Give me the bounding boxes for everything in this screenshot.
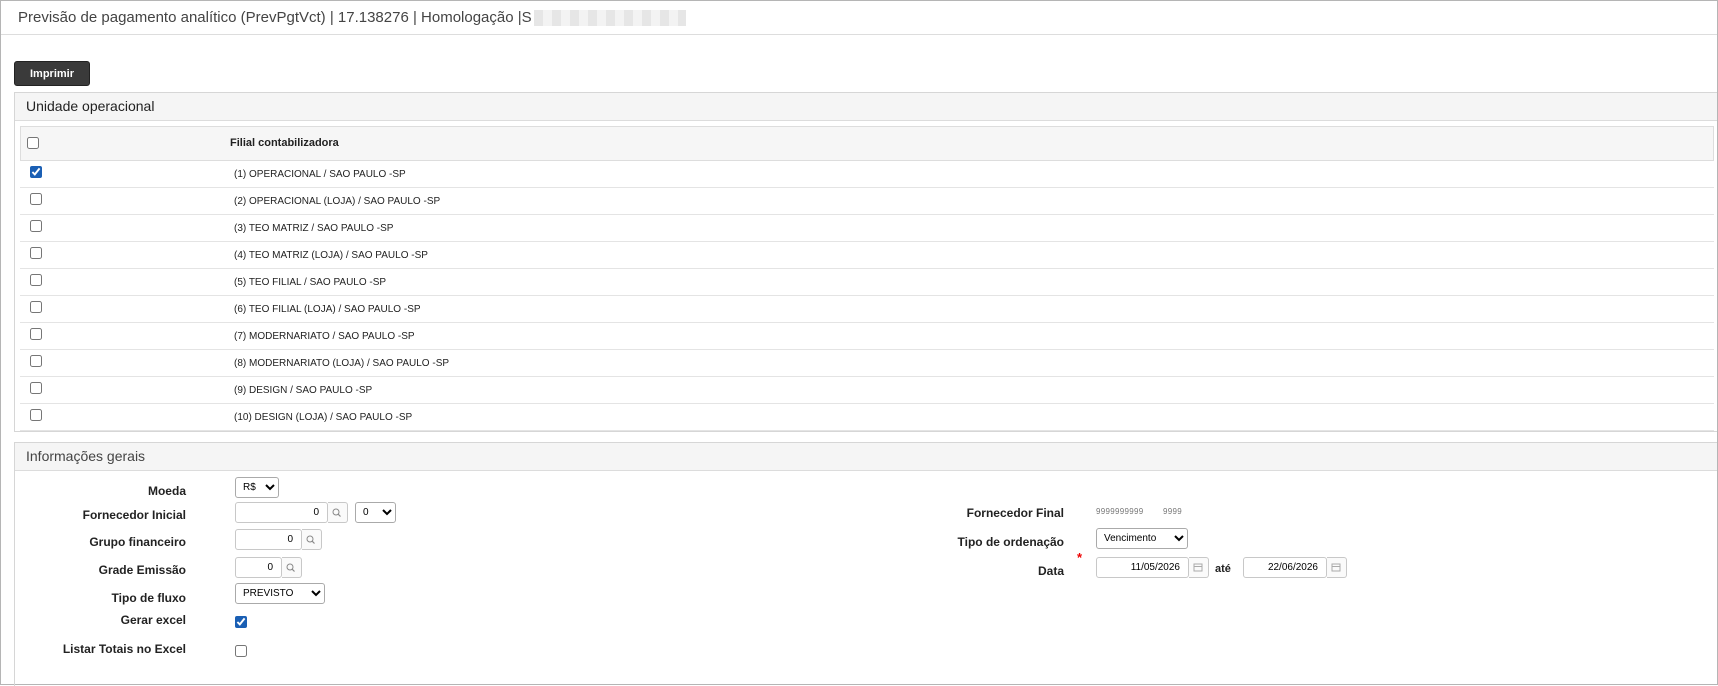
required-indicator: * bbox=[1077, 550, 1083, 565]
listar-totais-label: Listar Totais no Excel bbox=[62, 642, 186, 656]
fornecedor-inicial-lookup-button[interactable] bbox=[328, 502, 348, 523]
branch-row-checkbox[interactable] bbox=[30, 328, 42, 340]
info-panel: Informações gerais Moeda R$ Fornecedor I… bbox=[14, 442, 1717, 686]
branch-row-label: (9) DESIGN / SAO PAULO -SP bbox=[234, 385, 373, 396]
branch-row-label: (6) TEO FILIAL (LOJA) / SAO PAULO -SP bbox=[234, 304, 421, 315]
fornecedor-final-label: Fornecedor Final bbox=[966, 506, 1064, 520]
search-icon bbox=[332, 508, 341, 517]
select-all-checkbox[interactable] bbox=[27, 137, 39, 149]
moeda-select[interactable]: R$ bbox=[235, 477, 279, 498]
branch-row-label: (10) DESIGN (LOJA) / SAO PAULO -SP bbox=[234, 412, 413, 423]
branch-grid: Filial contabilizadora (1) OPERACIONAL /… bbox=[20, 126, 1714, 431]
branch-row[interactable]: (8) MODERNARIATO (LOJA) / SAO PAULO -SP bbox=[20, 350, 1714, 377]
listar-totais-checkbox[interactable] bbox=[235, 645, 247, 657]
branch-row[interactable]: (4) TEO MATRIZ (LOJA) / SAO PAULO -SP bbox=[20, 242, 1714, 269]
gerar-excel-label: Gerar excel bbox=[120, 613, 186, 627]
branch-row-checkbox[interactable] bbox=[30, 409, 42, 421]
branch-row-checkbox[interactable] bbox=[30, 166, 42, 178]
fornecedor-inicial-input[interactable] bbox=[235, 502, 328, 523]
tipo-fluxo-select[interactable]: PREVISTO bbox=[235, 583, 325, 604]
date-range-separator: até bbox=[1215, 563, 1231, 575]
branch-row-checkbox[interactable] bbox=[30, 193, 42, 205]
branch-row-checkbox[interactable] bbox=[30, 220, 42, 232]
branch-row-checkbox[interactable] bbox=[30, 301, 42, 313]
data-inicio-calendar-button[interactable] bbox=[1189, 557, 1209, 578]
fornecedor-inicial-label: Fornecedor Inicial bbox=[82, 508, 186, 522]
tipo-ordenacao-select[interactable]: Vencimento bbox=[1096, 528, 1188, 549]
data-fim-input[interactable] bbox=[1243, 557, 1327, 578]
window-title-tail: S bbox=[521, 9, 532, 26]
branch-row[interactable]: (1) OPERACIONAL / SAO PAULO -SP bbox=[20, 161, 1714, 188]
calendar-icon bbox=[1193, 563, 1203, 572]
calendar-icon bbox=[1331, 563, 1341, 572]
moeda-label: Moeda bbox=[147, 484, 186, 498]
branch-row[interactable]: (10) DESIGN (LOJA) / SAO PAULO -SP bbox=[20, 404, 1714, 431]
branch-row[interactable]: (2) OPERACIONAL (LOJA) / SAO PAULO -SP bbox=[20, 188, 1714, 215]
search-icon bbox=[306, 535, 315, 544]
data-fim-calendar-button[interactable] bbox=[1327, 557, 1347, 578]
branch-row-label: (3) TEO MATRIZ / SAO PAULO -SP bbox=[234, 223, 394, 234]
branch-row[interactable]: (7) MODERNARIATO / SAO PAULO -SP bbox=[20, 323, 1714, 350]
window-title-bar: Previsão de pagamento analítico (PrevPgt… bbox=[1, 1, 1717, 35]
tipo-fluxo-label: Tipo de fluxo bbox=[111, 591, 186, 605]
tipo-ordenacao-label: Tipo de ordenação bbox=[957, 535, 1064, 549]
branch-row-checkbox[interactable] bbox=[30, 274, 42, 286]
branch-row-label: (4) TEO MATRIZ (LOJA) / SAO PAULO -SP bbox=[234, 250, 428, 261]
branch-row[interactable]: (5) TEO FILIAL / SAO PAULO -SP bbox=[20, 269, 1714, 296]
unit-panel-title: Unidade operacional bbox=[15, 93, 1717, 121]
redacted-title-segment bbox=[533, 9, 686, 26]
fornecedor-inicial-select[interactable]: 0 bbox=[355, 502, 396, 523]
grupo-financeiro-lookup-button[interactable] bbox=[302, 529, 322, 550]
unit-panel: Unidade operacional Filial contabilizado… bbox=[14, 92, 1717, 432]
branch-row-label: (1) OPERACIONAL / SAO PAULO -SP bbox=[234, 169, 406, 180]
fornecedor-final-value: 9999999999 bbox=[1096, 507, 1144, 516]
data-label: Data bbox=[1037, 564, 1064, 578]
search-icon bbox=[286, 563, 295, 572]
fornecedor-final-value-secondary: 9999 bbox=[1163, 507, 1182, 516]
grupo-financeiro-input[interactable] bbox=[235, 529, 302, 550]
grade-emissao-input[interactable] bbox=[235, 557, 282, 578]
grade-emissao-lookup-button[interactable] bbox=[282, 557, 302, 578]
info-panel-title: Informações gerais bbox=[15, 443, 1717, 471]
window-title: Previsão de pagamento analítico (PrevPgt… bbox=[18, 9, 522, 26]
branch-row[interactable]: (9) DESIGN / SAO PAULO -SP bbox=[20, 377, 1714, 404]
branch-row-label: (8) MODERNARIATO (LOJA) / SAO PAULO -SP bbox=[234, 358, 450, 369]
gerar-excel-checkbox[interactable] bbox=[235, 616, 247, 628]
grade-emissao-label: Grade Emissão bbox=[98, 563, 186, 577]
branch-row-checkbox[interactable] bbox=[30, 355, 42, 367]
column-header-filial: Filial contabilizadora bbox=[230, 137, 339, 149]
grupo-financeiro-label: Grupo financeiro bbox=[89, 535, 186, 549]
branch-row[interactable]: (6) TEO FILIAL (LOJA) / SAO PAULO -SP bbox=[20, 296, 1714, 323]
branch-row[interactable]: (3) TEO MATRIZ / SAO PAULO -SP bbox=[20, 215, 1714, 242]
branch-grid-header: Filial contabilizadora bbox=[20, 126, 1714, 161]
data-inicio-input[interactable] bbox=[1096, 557, 1189, 578]
print-button[interactable]: Imprimir bbox=[14, 61, 90, 86]
branch-row-checkbox[interactable] bbox=[30, 382, 42, 394]
branch-row-label: (2) OPERACIONAL (LOJA) / SAO PAULO -SP bbox=[234, 196, 441, 207]
branch-row-checkbox[interactable] bbox=[30, 247, 42, 259]
branch-row-label: (7) MODERNARIATO / SAO PAULO -SP bbox=[234, 331, 415, 342]
branch-row-label: (5) TEO FILIAL / SAO PAULO -SP bbox=[234, 277, 387, 288]
